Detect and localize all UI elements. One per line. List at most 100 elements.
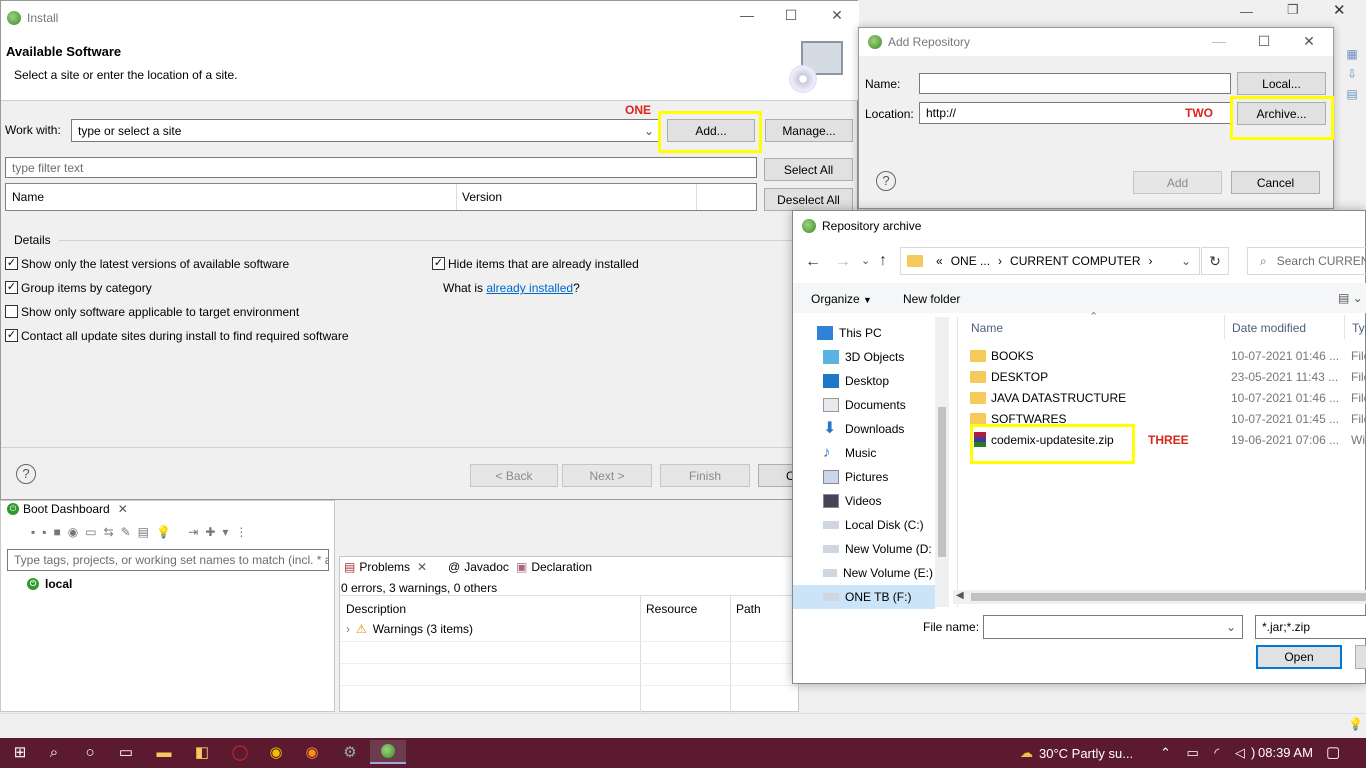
- file-explorer-icon[interactable]: ▬: [152, 740, 176, 764]
- ide-restore[interactable]: ❐: [1287, 2, 1307, 18]
- col-version[interactable]: Version: [462, 190, 502, 204]
- refresh-icon[interactable]: ↻: [1201, 247, 1229, 275]
- applicable-checkbox[interactable]: [5, 305, 18, 318]
- nav-item[interactable]: This PC: [793, 321, 933, 345]
- file-list-hscroll[interactable]: ◀: [953, 590, 1366, 604]
- back-button[interactable]: < Back: [470, 464, 558, 487]
- up-arrow-icon[interactable]: ↑: [879, 252, 887, 270]
- work-with-combo[interactable]: type or select a site ⌄: [71, 119, 661, 142]
- nav-item[interactable]: ⬇ Downloads: [793, 417, 933, 441]
- next-button[interactable]: Next >: [562, 464, 652, 487]
- windows-start-icon[interactable]: ⊞: [8, 740, 32, 764]
- tab-declaration[interactable]: ▣ Declaration: [516, 560, 592, 574]
- close-icon[interactable]: ✕: [118, 502, 128, 516]
- add-button[interactable]: Add: [1133, 171, 1222, 194]
- col-date[interactable]: Date modified: [1232, 321, 1306, 335]
- view-options-icon[interactable]: ▤ ⌄: [1338, 291, 1363, 305]
- col-path[interactable]: Path: [736, 602, 761, 616]
- breadcrumb-item[interactable]: ONE ...: [951, 254, 990, 268]
- nav-item[interactable]: Desktop: [793, 369, 933, 393]
- already-installed-link[interactable]: already installed: [486, 281, 573, 295]
- local-button[interactable]: Local...: [1237, 72, 1326, 95]
- help-icon[interactable]: ?: [876, 171, 896, 191]
- spring-tool-suite-icon[interactable]: [370, 740, 406, 764]
- ide-close[interactable]: ✕: [1333, 1, 1353, 19]
- tab-problems[interactable]: ▤ Problems ✕: [344, 560, 427, 574]
- system-tray[interactable]: ⌃ ▭ ◜ ◁): [1160, 745, 1261, 761]
- nav-item-selected[interactable]: ONE TB (F:): [793, 585, 935, 609]
- nav-item[interactable]: Pictures: [793, 465, 933, 489]
- boot-item-local[interactable]: ⏻ local: [27, 577, 72, 591]
- chevron-right-icon[interactable]: ›: [346, 622, 350, 636]
- nav-item[interactable]: 3D Objects: [793, 345, 933, 369]
- file-type-filter[interactable]: *.jar;*.zip: [1255, 615, 1366, 639]
- cancel-button[interactable]: Cancel: [1231, 171, 1320, 194]
- group-category-checkbox[interactable]: ✓: [5, 281, 18, 294]
- help-icon[interactable]: ?: [16, 464, 36, 484]
- lightbulb-icon[interactable]: 💡: [1348, 717, 1363, 731]
- cortana-icon[interactable]: ○: [78, 740, 102, 764]
- finish-button[interactable]: Finish: [660, 464, 750, 487]
- app-icon[interactable]: ⚙: [338, 740, 362, 764]
- boot-dashboard-tab[interactable]: ⏻ Boot Dashboard ✕: [7, 502, 128, 516]
- minimize-button[interactable]: —: [1209, 33, 1229, 49]
- maximize-button[interactable]: ☐: [1254, 33, 1274, 50]
- close-button[interactable]: ✕: [827, 7, 847, 24]
- file-row[interactable]: JAVA DATASTRUCTURE: [970, 387, 1126, 408]
- search-box[interactable]: ⌕ Search CURREN: [1247, 247, 1366, 275]
- contact-sites-checkbox[interactable]: ✓: [5, 329, 18, 342]
- notes-icon[interactable]: ◧: [190, 740, 214, 764]
- weather-widget[interactable]: ☁ 30°C Partly su...: [1020, 745, 1133, 761]
- nav-item[interactable]: New Volume (D:: [793, 537, 933, 561]
- col-name[interactable]: Name: [971, 321, 1003, 335]
- col-description[interactable]: Description: [346, 602, 406, 616]
- recent-dropdown-icon[interactable]: ⌄: [861, 254, 870, 267]
- chrome-icon[interactable]: ◉: [264, 740, 288, 764]
- notification-icon[interactable]: ▢: [1326, 743, 1340, 761]
- forward-arrow-icon[interactable]: →: [835, 253, 851, 271]
- chevron-down-icon[interactable]: ⌄: [1181, 254, 1191, 268]
- col-resource[interactable]: Resource: [646, 602, 697, 616]
- chevron-down-icon[interactable]: ⌄: [644, 124, 654, 138]
- maximize-button[interactable]: ☐: [781, 7, 801, 24]
- col-type[interactable]: Typ: [1352, 321, 1366, 335]
- file-row[interactable]: BOOKS: [970, 345, 1034, 366]
- select-all-button[interactable]: Select All: [764, 158, 853, 181]
- nav-item[interactable]: ♪ Music: [793, 441, 933, 465]
- breadcrumb-item[interactable]: CURRENT COMPUTER: [1010, 254, 1140, 268]
- nav-item[interactable]: Local Disk (C:): [793, 513, 933, 537]
- nav-scrollbar[interactable]: [935, 317, 949, 607]
- clock[interactable]: 08:39 AM: [1258, 745, 1313, 760]
- col-name[interactable]: Name: [12, 190, 44, 204]
- nav-item[interactable]: Documents: [793, 393, 933, 417]
- file-type: File: [1351, 349, 1366, 363]
- minimize-button[interactable]: —: [737, 7, 757, 23]
- nav-item[interactable]: New Volume (E:): [793, 561, 933, 585]
- file-name-input[interactable]: ⌄: [983, 615, 1243, 639]
- address-bar[interactable]: « ONE ... › CURRENT COMPUTER › ⌄: [900, 247, 1200, 275]
- manage-button[interactable]: Manage...: [765, 119, 853, 142]
- organize-button[interactable]: Organize ▼: [811, 292, 872, 306]
- cancel-button-partial[interactable]: [1355, 645, 1366, 669]
- new-folder-button[interactable]: New folder: [903, 292, 960, 306]
- tab-javadoc[interactable]: @ Javadoc: [448, 560, 509, 574]
- back-arrow-icon[interactable]: ←: [805, 253, 821, 271]
- filter-input[interactable]: type filter text: [5, 157, 757, 178]
- search-icon[interactable]: ⌕: [42, 740, 66, 764]
- chevron-down-icon[interactable]: ⌄: [1226, 620, 1236, 634]
- latest-versions-checkbox[interactable]: ✓: [5, 257, 18, 270]
- task-view-icon[interactable]: ▭: [114, 740, 138, 764]
- hide-installed-checkbox[interactable]: ✓: [432, 257, 445, 270]
- nav-item[interactable]: Videos: [793, 489, 933, 513]
- file-row[interactable]: DESKTOP: [970, 366, 1048, 387]
- opera-icon[interactable]: ◯: [228, 740, 252, 764]
- name-input[interactable]: [919, 73, 1231, 94]
- firefox-icon[interactable]: ◉: [300, 740, 324, 764]
- warnings-row[interactable]: › ⚠ Warnings (3 items): [346, 622, 473, 636]
- open-button[interactable]: Open: [1256, 645, 1342, 669]
- close-button[interactable]: ✕: [1299, 33, 1319, 50]
- deselect-all-button[interactable]: Deselect All: [764, 188, 853, 211]
- ide-minimize[interactable]: —: [1240, 4, 1260, 19]
- breadcrumb-overflow[interactable]: «: [936, 254, 943, 268]
- boot-filter-input[interactable]: Type tags, projects, or working set name…: [7, 549, 329, 571]
